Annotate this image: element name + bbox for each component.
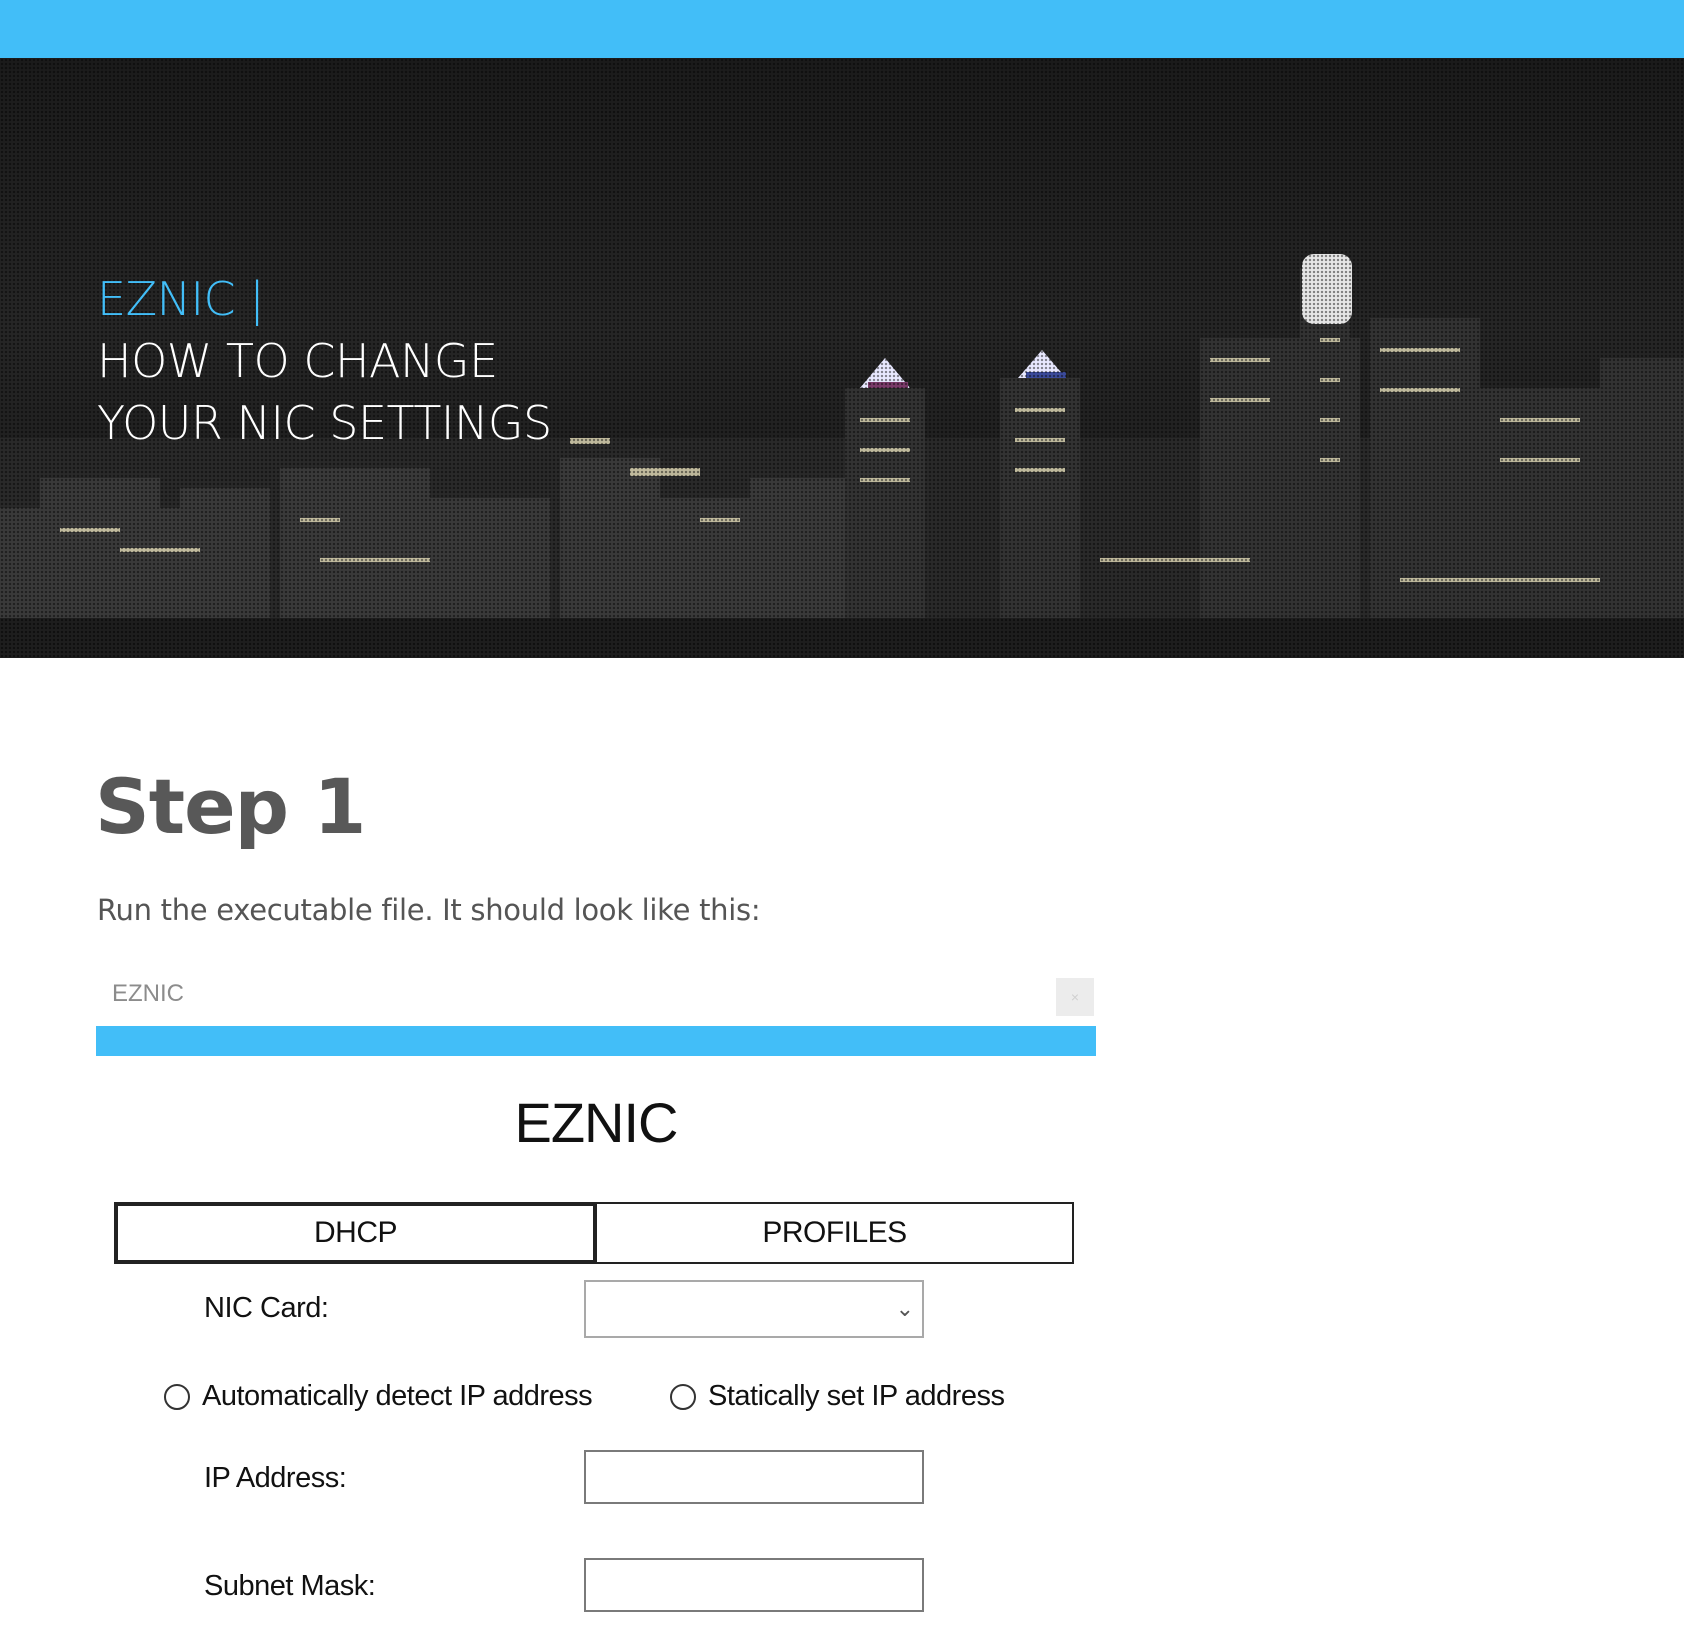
radio-auto-detect[interactable]: Automatically detect IP address xyxy=(164,1380,593,1413)
tab-profiles[interactable]: PROFILES xyxy=(595,1202,1074,1264)
nic-card-select[interactable]: ⌄ xyxy=(584,1280,924,1338)
radio-auto-detect-label: Automatically detect IP address xyxy=(202,1380,593,1412)
nic-card-label: NIC Card: xyxy=(204,1292,329,1324)
app-titlebar: EZNIC × xyxy=(96,970,1096,1026)
chevron-down-icon: ⌄ xyxy=(895,1296,914,1321)
hero-title-line-2: HOW TO CHANGE xyxy=(97,334,498,388)
hero-title: EZNIC | HOW TO CHANGE YOUR NIC SETTINGS xyxy=(97,268,552,454)
step-heading: Step 1 xyxy=(95,762,366,851)
step-description: Run the executable file. It should look … xyxy=(97,893,761,927)
app-tabs: DHCP PROFILES xyxy=(114,1202,1074,1264)
hero-title-line-3: YOUR NIC SETTINGS xyxy=(97,396,552,450)
close-icon[interactable]: × xyxy=(1056,978,1094,1016)
app-screenshot: EZNIC × EZNIC DHCP PROFILES NIC Card: ⌄ … xyxy=(96,970,1096,1650)
top-accent-bar xyxy=(0,0,1684,58)
app-window-title: EZNIC xyxy=(112,980,184,1007)
radio-circle-icon xyxy=(670,1383,696,1410)
app-heading: EZNIC xyxy=(514,1091,679,1154)
app-accent-bar xyxy=(96,1026,1096,1056)
radio-circle-icon xyxy=(164,1383,190,1410)
ip-address-input[interactable] xyxy=(584,1450,924,1504)
ip-address-label: IP Address: xyxy=(204,1462,347,1494)
hero-banner: EZNIC | HOW TO CHANGE YOUR NIC SETTINGS xyxy=(0,58,1684,658)
radio-static[interactable]: Statically set IP address xyxy=(670,1380,1005,1413)
hero-title-brand: EZNIC | xyxy=(97,272,265,326)
subnet-mask-input[interactable] xyxy=(584,1558,924,1612)
radio-static-label: Statically set IP address xyxy=(708,1380,1005,1412)
tab-dhcp[interactable]: DHCP xyxy=(114,1202,597,1264)
subnet-mask-label: Subnet Mask: xyxy=(204,1570,376,1602)
